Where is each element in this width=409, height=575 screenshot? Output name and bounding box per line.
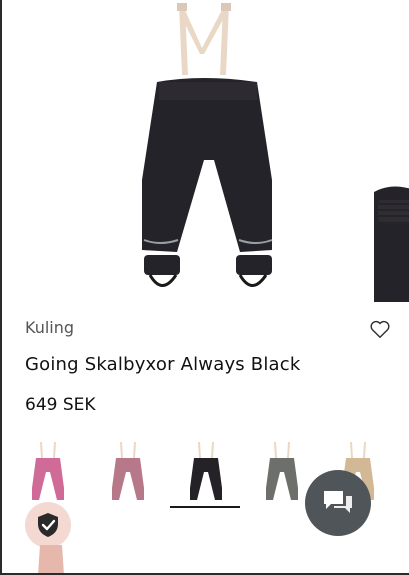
chat-icon [324, 491, 352, 513]
product-image[interactable] [122, 0, 282, 300]
variant-swatch[interactable] [12, 440, 82, 510]
heart-icon[interactable] [369, 318, 391, 340]
brand-name[interactable]: Kuling [25, 318, 74, 337]
product-page: Kuling Going Skalbyxor Always Black 649 … [0, 0, 409, 575]
product-title: Going Skalbyxor Always Black [25, 354, 301, 375]
product-thumbnail-partial [38, 545, 64, 575]
chat-button[interactable] [305, 470, 371, 536]
product-price: 649 SEK [25, 395, 96, 415]
selected-variant-indicator [170, 506, 240, 508]
variant-swatch-selected[interactable] [170, 440, 240, 510]
image-gallery[interactable] [2, 0, 409, 305]
shield-check-icon [38, 513, 58, 537]
trust-badge[interactable] [25, 502, 71, 548]
next-product-image[interactable] [372, 182, 409, 302]
variant-swatch[interactable] [92, 440, 162, 510]
